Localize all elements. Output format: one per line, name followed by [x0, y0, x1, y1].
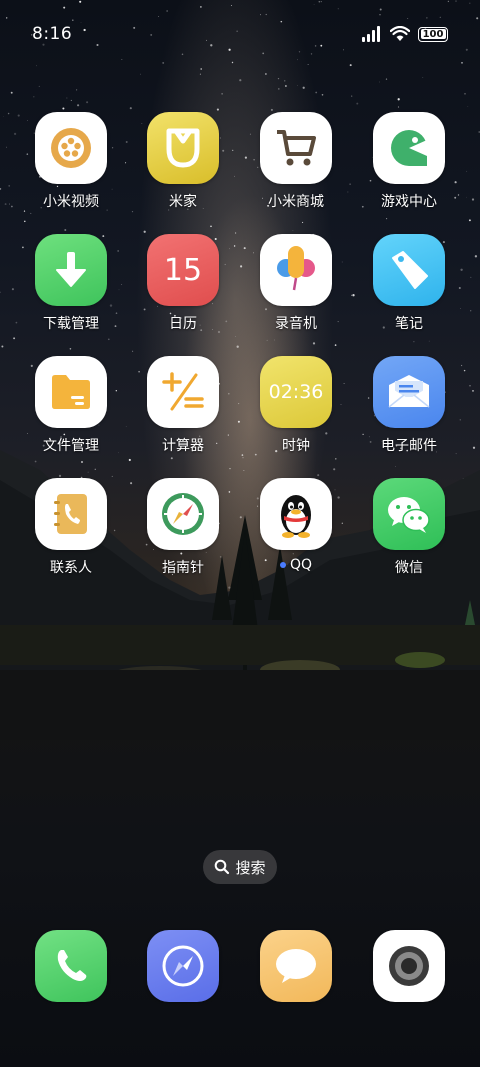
calendar-date: 15 — [163, 252, 203, 288]
app-contacts[interactable]: 联系人 — [15, 478, 127, 577]
battery-level: 100 — [422, 28, 444, 40]
app-label: 游戏中心 — [381, 194, 437, 210]
app-label: 下载管理 — [43, 316, 99, 332]
app-label: 计算器 — [162, 438, 204, 454]
app-label: 日历 — [169, 316, 197, 332]
app-label: 指南针 — [162, 560, 204, 576]
calculator-icon — [147, 356, 219, 428]
dock-messages[interactable] — [240, 930, 352, 1002]
status-bar: 8:16 100 — [0, 20, 480, 48]
app-label-text: QQ — [289, 557, 313, 573]
mountains-and-trees — [0, 450, 480, 740]
message-bubble-icon — [260, 930, 332, 1002]
qq-penguin-icon — [260, 478, 332, 550]
wifi-icon — [390, 26, 410, 41]
signal-icon — [362, 26, 380, 42]
compass-icon — [147, 478, 219, 550]
battery-icon: 100 — [418, 26, 448, 42]
app-label: 联系人 — [50, 560, 92, 576]
shopping-cart-icon — [260, 112, 332, 184]
app-label: 时钟 — [282, 438, 310, 454]
app-email[interactable]: 电子邮件 — [353, 356, 465, 455]
envelope-icon — [373, 356, 445, 428]
contacts-book-icon — [35, 478, 107, 550]
microphone-icon — [260, 234, 332, 306]
phone-icon — [35, 930, 107, 1002]
app-compass[interactable]: 指南针 — [127, 478, 239, 577]
app-file-manager[interactable]: 文件管理 — [15, 356, 127, 455]
search-icon — [215, 859, 230, 875]
app-wechat[interactable]: 微信 — [353, 478, 465, 577]
app-label: QQ — [279, 557, 313, 573]
dock-phone[interactable] — [15, 930, 127, 1002]
game-pacman-icon — [373, 112, 445, 184]
app-label: 电子邮件 — [381, 438, 437, 454]
folder-icon — [35, 356, 107, 428]
app-calculator[interactable]: 计算器 — [127, 356, 239, 455]
film-reel-icon — [35, 112, 107, 184]
browser-compass-icon — [147, 930, 219, 1002]
app-label: 小米商城 — [268, 194, 324, 210]
status-icons: 100 — [362, 26, 448, 42]
app-notes[interactable]: 笔记 — [353, 234, 465, 333]
dock-browser[interactable] — [127, 930, 239, 1002]
app-downloads[interactable]: 下载管理 — [15, 234, 127, 333]
app-label: 米家 — [169, 194, 197, 210]
dock-camera[interactable] — [353, 930, 465, 1002]
app-mi-store[interactable]: 小米商城 — [240, 112, 352, 211]
app-mijia[interactable]: 米家 — [127, 112, 239, 211]
app-label: 录音机 — [275, 316, 317, 332]
app-label: 笔记 — [395, 316, 423, 332]
app-clock[interactable]: 02:36 时钟 — [240, 356, 352, 455]
app-label: 文件管理 — [43, 438, 99, 454]
clock-icon: 02:36 — [260, 356, 332, 428]
search-button[interactable]: 搜索 — [203, 850, 277, 884]
wechat-icon — [373, 478, 445, 550]
calendar-icon: 15 — [147, 234, 219, 306]
search-label: 搜索 — [235, 858, 266, 877]
app-game-center[interactable]: 游戏中心 — [353, 112, 465, 211]
app-qq[interactable]: QQ — [240, 478, 352, 573]
app-label: 微信 — [395, 560, 423, 576]
tag-note-icon — [373, 234, 445, 306]
app-calendar[interactable]: 15 日历 — [127, 234, 239, 333]
clock-time: 02:36 — [268, 381, 324, 403]
app-mi-video[interactable]: 小米视频 — [15, 112, 127, 211]
new-install-dot — [279, 562, 286, 568]
camera-lens-icon — [373, 930, 445, 1002]
app-label: 小米视频 — [43, 194, 99, 210]
mijia-icon — [147, 112, 219, 184]
download-arrow-icon — [35, 234, 107, 306]
status-time: 8:16 — [32, 24, 73, 44]
app-recorder[interactable]: 录音机 — [240, 234, 352, 333]
